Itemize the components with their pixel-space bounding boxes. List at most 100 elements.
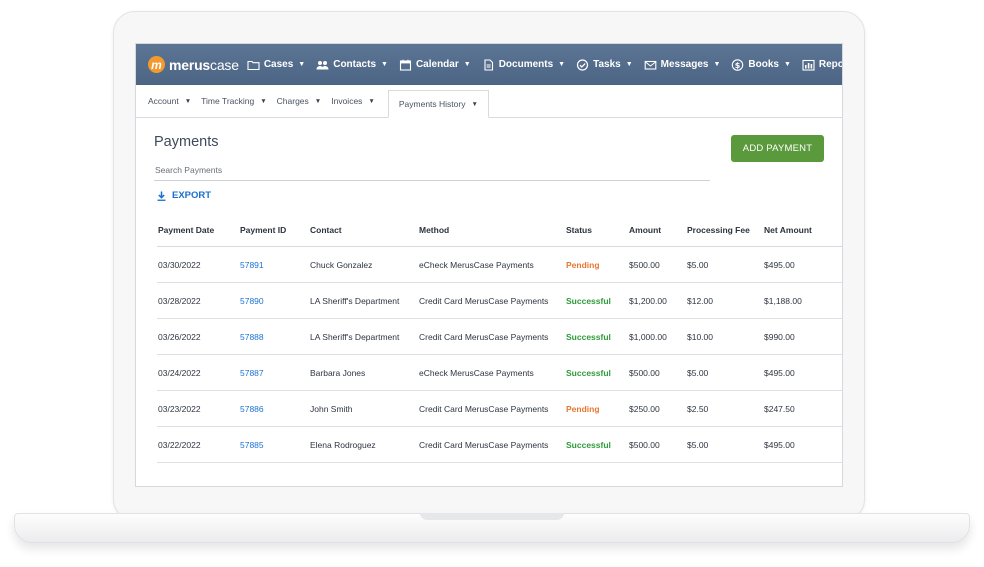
payment-id-link[interactable]: 57891	[240, 260, 310, 270]
nav-item-label: Tasks	[593, 59, 621, 70]
table-row[interactable]: 03/26/2022 57888 LA Sheriff's Department Cr…	[157, 319, 842, 355]
processing-fee-cell: $2.50	[687, 403, 709, 414]
table-row[interactable]: 03/28/2022 57890 LA Sheriff's Department Cr…	[157, 283, 842, 319]
processing-fee-cell: $12.00	[687, 295, 713, 306]
method-cell: eCheck MerusCase Payments	[419, 259, 534, 270]
subnav-tab-account[interactable]: Account ▼	[148, 85, 191, 117]
check-circle-icon	[576, 58, 589, 71]
people-icon	[316, 59, 329, 71]
net-amount-cell: $990.00	[764, 331, 795, 342]
payment-id-link[interactable]: 57885	[240, 440, 310, 450]
nav-menu: Cases ▼ Contacts ▼ Calendar ▼ Documents ▼ Tasks ▼…	[247, 58, 842, 71]
processing-fee-cell: $5.00	[687, 259, 709, 270]
net-amount-cell: $495.00	[764, 367, 795, 378]
nav-item-label: Calendar	[415, 59, 459, 70]
payment-id-link[interactable]: 57887	[240, 368, 310, 378]
column-header[interactable]: Processing Fee	[687, 225, 764, 235]
table-body: 03/30/2022 57891 Chuck Gonzalez eCheck Meru…	[157, 247, 842, 463]
net-amount-cell: $495.00	[764, 259, 795, 270]
contact-cell: LA Sheriff's Department	[310, 331, 400, 342]
table-row[interactable]: 03/24/2022 57887 Barbara Jones eCheck Merus…	[157, 355, 842, 391]
page-title: Payments	[154, 134, 219, 150]
method-cell: Credit Card MerusCase Payments	[419, 331, 549, 342]
table-row[interactable]: 03/30/2022 57891 Chuck Gonzalez eCheck Meru…	[157, 247, 842, 283]
subnav-tab-label: Payments History	[398, 99, 466, 109]
dollar-circle-icon: $	[731, 58, 744, 71]
chevron-down-icon: ▼	[260, 97, 267, 105]
nav-item-label: Contacts	[333, 59, 377, 70]
nav-item-contacts[interactable]: Contacts ▼	[316, 59, 388, 71]
column-header[interactable]: Amount	[629, 225, 687, 235]
column-header[interactable]: Method	[419, 225, 566, 235]
amount-cell: $500.00	[629, 367, 660, 378]
payment-date-cell: 03/26/2022	[158, 331, 201, 342]
payment-id-link[interactable]: 57890	[240, 296, 310, 306]
amount-cell: $1,200.00	[629, 295, 667, 306]
amount-cell: $500.00	[629, 439, 660, 450]
table-header: Payment Date Payment ID Contact Method Statu…	[157, 214, 842, 247]
column-header[interactable]: Net Amount	[764, 225, 839, 235]
svg-text:$: $	[735, 61, 741, 70]
subnav-tab-label: Account	[148, 96, 179, 106]
contact-cell: Elena Rodroguez	[310, 439, 376, 450]
logo-text-bold: merus	[169, 56, 211, 73]
processing-fee-cell: $5.00	[687, 367, 709, 378]
method-cell: Credit Card MerusCase Payments	[419, 295, 549, 306]
nav-item-calendar[interactable]: Calendar ▼	[399, 59, 471, 71]
chevron-down-icon: ▼	[463, 61, 471, 68]
logo-text-light: case	[210, 56, 239, 73]
nav-item-reports[interactable]: Reports▼	[802, 59, 842, 71]
export-link[interactable]: EXPORT	[157, 190, 211, 201]
chevron-down-icon: ▼	[625, 61, 633, 68]
chevron-down-icon: ▼	[783, 61, 791, 68]
chevron-down-icon: ▼	[381, 61, 388, 68]
amount-cell: $1,000.00	[629, 331, 667, 342]
download-icon	[157, 191, 166, 201]
add-payment-button[interactable]: ADD PAYMENT	[731, 135, 824, 162]
nav-item-label: Messages	[660, 59, 709, 70]
processing-fee-cell: $5.00	[687, 439, 709, 450]
column-header[interactable]: Payment ID	[240, 225, 310, 235]
column-header[interactable]: Status	[566, 225, 629, 235]
nav-item-label: Reports	[818, 59, 842, 70]
nav-item-documents[interactable]: Documents ▼	[482, 58, 566, 71]
status-badge: Successful	[566, 439, 611, 450]
nav-item-cases[interactable]: Cases ▼	[247, 59, 305, 71]
chevron-down-icon: ▼	[184, 97, 192, 105]
nav-item-label: Documents	[498, 59, 554, 70]
chevron-down-icon: ▼	[314, 97, 322, 105]
sub-nav: Account ▼ Time Tracking ▼ Charges ▼ Invoices ▼ P…	[136, 85, 842, 118]
subnav-tab-invoices[interactable]: Invoices ▼	[331, 85, 375, 117]
payment-id-link[interactable]: 57886	[240, 404, 310, 414]
search-payments-input[interactable]	[154, 159, 710, 181]
table-row[interactable]: 03/23/2022 57886 John Smith Credit Card Mer…	[157, 391, 842, 427]
laptop-notch	[420, 513, 564, 520]
meruscase-logo[interactable]: m meruscase	[148, 56, 239, 73]
export-label: EXPORT	[172, 190, 212, 201]
chevron-down-icon: ▼	[558, 61, 566, 68]
column-header[interactable]: Payment Date	[157, 225, 240, 235]
method-cell: Credit Card MerusCase Payments	[419, 403, 549, 414]
processing-fee-cell: $10.00	[687, 331, 713, 342]
chevron-down-icon: ▼	[713, 61, 721, 68]
payment-date-cell: 03/23/2022	[158, 403, 201, 414]
subnav-tab-payments-history[interactable]: Payments History ▼	[387, 90, 489, 118]
subnav-tab-time-tracking[interactable]: Time Tracking ▼	[201, 85, 267, 117]
subnav-tab-label: Time Tracking	[201, 96, 255, 106]
payment-id-link[interactable]: 57888	[240, 332, 310, 342]
table-row[interactable]: 03/22/2022 57885 Elena Rodroguez Credit Car…	[157, 427, 842, 463]
nav-item-label: Books	[748, 59, 779, 70]
column-header[interactable]: Contact	[310, 225, 419, 235]
bar-chart-icon	[802, 59, 815, 71]
method-cell: Credit Card MerusCase Payments	[419, 439, 549, 450]
payment-date-cell: 03/30/2022	[158, 259, 201, 270]
amount-cell: $250.00	[629, 403, 660, 414]
envelope-icon	[644, 59, 657, 71]
net-amount-cell: $495.00	[764, 439, 795, 450]
subnav-tab-charges[interactable]: Charges ▼	[277, 85, 322, 117]
logo-mark-icon: m	[148, 56, 165, 73]
nav-item-messages[interactable]: Messages ▼	[644, 59, 721, 71]
chevron-down-icon: ▼	[298, 61, 306, 68]
nav-item-books[interactable]: $ Books ▼	[731, 58, 791, 71]
nav-item-tasks[interactable]: Tasks ▼	[576, 58, 633, 71]
